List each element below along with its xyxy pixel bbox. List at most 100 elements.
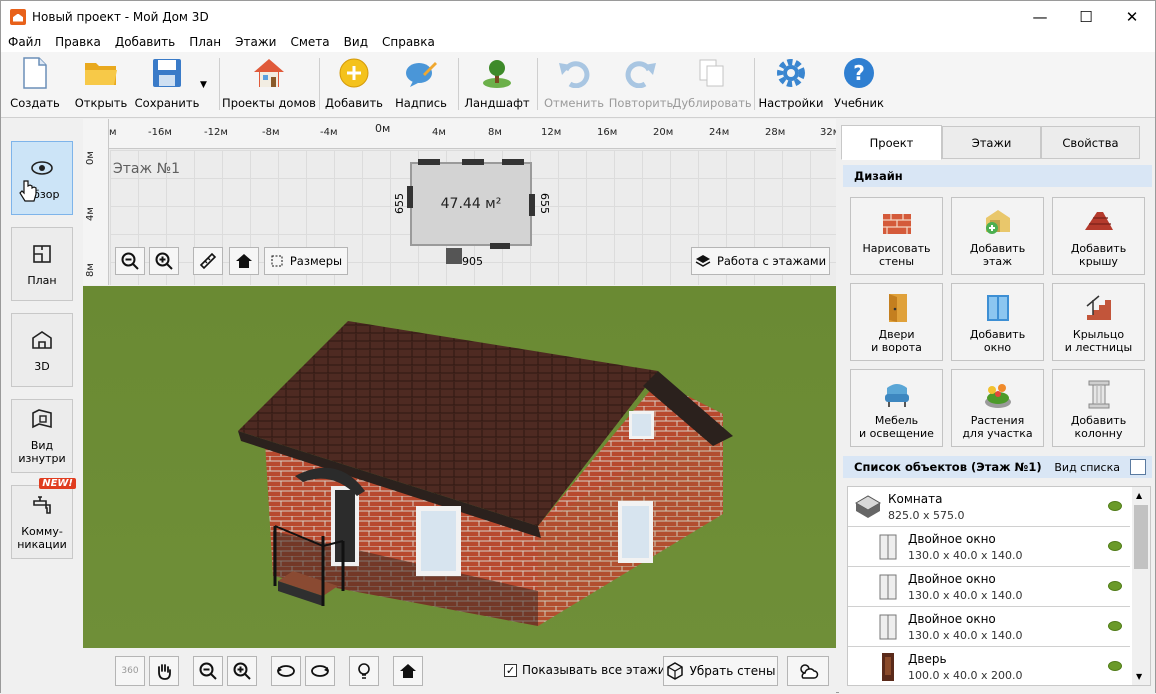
save-button[interactable]: Сохранить: [135, 56, 199, 114]
draw-walls-button[interactable]: Нарисовать стены: [850, 197, 943, 275]
eye-icon: [31, 160, 53, 175]
room-shape[interactable]: 47.44 м²: [407, 159, 535, 264]
landscape-button[interactable]: Ландшафт: [464, 56, 530, 114]
close-button[interactable]: ✕: [1109, 1, 1155, 32]
menu-plan[interactable]: План: [182, 35, 228, 49]
redo-button[interactable]: Повторить: [609, 56, 673, 114]
zoom-in-icon: [233, 662, 251, 680]
duplicate-button[interactable]: Дублировать: [672, 56, 752, 114]
create-button[interactable]: Создать: [9, 56, 61, 114]
settings-button[interactable]: Настройки: [759, 56, 823, 114]
home-3d-button[interactable]: [393, 656, 423, 686]
house-icon: [252, 56, 286, 90]
list-scrollbar[interactable]: ▲ ▼: [1132, 487, 1150, 685]
visibility-eye-icon[interactable]: [1108, 621, 1122, 631]
flowers-icon: [984, 384, 1011, 408]
app-home-icon: [10, 8, 26, 25]
overview-button[interactable]: Обзор: [11, 141, 73, 215]
maximize-button[interactable]: ☐: [1063, 1, 1109, 32]
zoom-out-button[interactable]: [115, 247, 145, 275]
zoom-in-3d-button[interactable]: [227, 656, 257, 686]
menu-help[interactable]: Справка: [375, 35, 442, 49]
furniture-lighting-button[interactable]: Мебель и освещение: [850, 369, 943, 447]
tab-floors[interactable]: Этажи: [942, 126, 1041, 159]
ruler-x-tick: -12м: [204, 127, 228, 138]
speech-pencil-icon: [404, 56, 438, 90]
floorplan-icon: [33, 244, 51, 263]
add-window-button[interactable]: Добавить окно: [951, 283, 1044, 361]
list-item[interactable]: Двойное окно 130.0 x 40.0 x 140.0: [848, 567, 1130, 607]
3d-viewport[interactable]: [83, 286, 836, 648]
zoom-in-button[interactable]: [149, 247, 179, 275]
visibility-eye-icon[interactable]: [1108, 661, 1122, 671]
doors-gates-button[interactable]: Двери и ворота: [850, 283, 943, 361]
scroll-thumb[interactable]: [1134, 505, 1148, 569]
plants-button[interactable]: Растения для участка: [951, 369, 1044, 447]
right-panel: Проект Этажи Свойства Дизайн Нарисовать …: [839, 121, 1155, 694]
separator: [754, 58, 755, 110]
tutorial-button[interactable]: ? Учебник: [831, 56, 887, 114]
list-view-label[interactable]: Вид списка: [1054, 461, 1120, 474]
weather-button[interactable]: [787, 656, 829, 686]
view-3d-button[interactable]: 3D: [11, 313, 73, 387]
porch-stairs-button[interactable]: Крыльцо и лестницы: [1052, 283, 1145, 361]
doors-label-1: Двери: [878, 328, 915, 341]
redo-label: Повторить: [608, 96, 674, 110]
room-icon: [855, 495, 881, 518]
list-item[interactable]: Двойное окно 130.0 x 40.0 x 140.0: [848, 527, 1130, 567]
menu-edit[interactable]: Правка: [48, 35, 108, 49]
add-floor-button[interactable]: Добавить этаж: [951, 197, 1044, 275]
rotate-right-button[interactable]: [305, 656, 335, 686]
remove-walls-button[interactable]: Убрать стены: [663, 656, 778, 686]
visibility-eye-icon[interactable]: [1108, 541, 1122, 551]
rotate-360-button[interactable]: 360: [115, 656, 145, 686]
show-all-floors-checkbox[interactable]: ✓ Показывать все этажи: [504, 663, 666, 677]
rotate-left-button[interactable]: [271, 656, 301, 686]
minimize-button[interactable]: —: [1017, 1, 1063, 32]
home-view-button[interactable]: [229, 247, 259, 275]
add-column-button[interactable]: Добавить колонну: [1052, 369, 1145, 447]
add-button[interactable]: Добавить: [325, 56, 383, 114]
tab-project[interactable]: Проект: [841, 125, 942, 160]
help-icon: ?: [842, 56, 876, 90]
open-button[interactable]: Открыть: [73, 56, 129, 114]
dimensions-icon: [271, 255, 283, 267]
plan-label: План: [27, 273, 57, 287]
visibility-eye-icon[interactable]: [1108, 501, 1122, 511]
list-view-icon[interactable]: [1130, 459, 1146, 475]
object-dims: 130.0 x 40.0 x 140.0: [908, 629, 1023, 642]
menu-floors[interactable]: Этажи: [228, 35, 283, 49]
sizes-button[interactable]: Размеры: [264, 247, 348, 275]
objects-header: Список объектов (Этаж №1) Вид списка: [843, 456, 1152, 478]
undo-button[interactable]: Отменить: [544, 56, 604, 114]
list-item[interactable]: Дверь 100.0 x 40.0 x 200.0: [848, 647, 1130, 685]
pan-button[interactable]: [149, 656, 179, 686]
scroll-up-icon[interactable]: ▲: [1136, 491, 1142, 500]
save-dropdown-icon[interactable]: ▼: [200, 80, 207, 90]
double-window-icon: [879, 534, 897, 560]
scroll-down-icon[interactable]: ▼: [1136, 672, 1142, 681]
list-item[interactable]: Комната 825.0 x 575.0: [848, 487, 1130, 527]
plan-button[interactable]: План: [11, 227, 73, 301]
floors-work-button[interactable]: Работа с этажами: [691, 247, 830, 275]
visibility-eye-icon[interactable]: [1108, 581, 1122, 591]
add-floor-label-1: Добавить: [969, 242, 1026, 255]
menu-add[interactable]: Добавить: [108, 35, 182, 49]
communications-button[interactable]: NEW! Комму- никации: [11, 478, 76, 559]
menu-view[interactable]: Вид: [337, 35, 375, 49]
house-projects-button[interactable]: Проекты домов: [222, 56, 316, 114]
add-roof-button[interactable]: Добавить крышу: [1052, 197, 1145, 275]
lighting-button[interactable]: [349, 656, 379, 686]
menu-file[interactable]: Файл: [1, 35, 48, 49]
label-button[interactable]: Надпись: [393, 56, 449, 114]
door-icon: [888, 294, 907, 322]
zoom-out-3d-button[interactable]: [193, 656, 223, 686]
furniture-label-2: и освещение: [859, 427, 934, 440]
list-item[interactable]: Двойное окно 130.0 x 40.0 x 140.0: [848, 607, 1130, 647]
ruler-button[interactable]: [193, 247, 223, 275]
inside-view-button[interactable]: Вид изнутри: [11, 399, 73, 473]
tab-properties[interactable]: Свойства: [1041, 126, 1140, 159]
column-icon: [1088, 380, 1109, 409]
menu-estimate[interactable]: Смета: [283, 35, 336, 49]
plan-view[interactable]: м -16м -12м -8м -4м 0м 4м 8м 12м 16м 20м…: [83, 119, 836, 285]
